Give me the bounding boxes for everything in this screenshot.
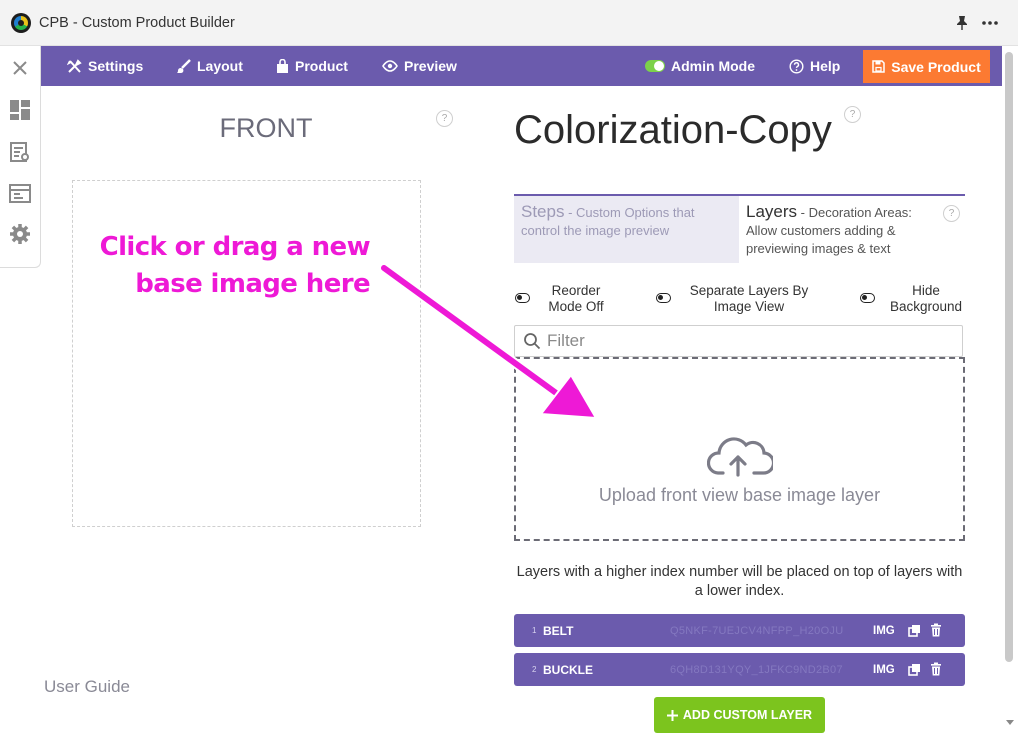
separate-layers-toggle[interactable]: Separate Layers By Image View bbox=[656, 283, 819, 315]
close-icon bbox=[13, 61, 27, 75]
web-page-icon bbox=[9, 184, 31, 203]
view-title: FRONT bbox=[219, 113, 313, 143]
save-product-button[interactable]: Save Product bbox=[863, 50, 990, 83]
dashboard-button[interactable] bbox=[8, 98, 32, 122]
nav-preview-label: Preview bbox=[404, 58, 457, 74]
nav-help[interactable]: Help bbox=[789, 46, 840, 86]
brush-icon bbox=[177, 58, 191, 73]
nav-layout-label: Layout bbox=[197, 58, 243, 74]
tab-steps[interactable]: Steps - Custom Options that control the … bbox=[514, 196, 739, 263]
admin-mode-toggle[interactable]: Admin Mode bbox=[645, 46, 755, 86]
product-title: Colorization-Copy bbox=[514, 108, 832, 152]
layer-type: IMG bbox=[873, 624, 895, 637]
layers-help-icon[interactable]: ? bbox=[943, 205, 960, 222]
tab-layers[interactable]: Layers - Decoration Areas: Allow custome… bbox=[739, 196, 965, 263]
web-page-button[interactable] bbox=[8, 182, 32, 206]
layer-id: 6QH8D131YQY_1JFKC9ND2B07 bbox=[670, 663, 843, 676]
scrollbar-thumb[interactable] bbox=[1005, 52, 1013, 662]
nav-settings[interactable]: Settings bbox=[67, 46, 143, 86]
layer-id: Q5NKF-7UEJCV4NFPP_H20OJU bbox=[670, 624, 844, 637]
add-custom-layer-label: ADD CUSTOM LAYER bbox=[682, 708, 813, 722]
hide-background-toggle[interactable]: Hide Background bbox=[860, 283, 969, 315]
annotation-line-1: Click or drag a new bbox=[99, 232, 371, 262]
window-title: CPB - Custom Product Builder bbox=[39, 15, 235, 31]
nav-product-label: Product bbox=[295, 58, 348, 74]
add-custom-layer-button[interactable]: ADD CUSTOM LAYER bbox=[654, 697, 825, 733]
app-logo-icon bbox=[11, 13, 31, 33]
title-help-icon[interactable]: ? bbox=[844, 106, 861, 123]
toggle-off-icon bbox=[860, 293, 875, 303]
cloud-upload-icon bbox=[706, 437, 773, 477]
annotation-callout: Click or drag a new base image here bbox=[96, 229, 371, 303]
layer-index: 2 bbox=[532, 665, 537, 674]
app-navbar: Settings Layout Product Preview Admin Mo… bbox=[41, 46, 1002, 86]
separate-layers-label: Separate Layers By Image View bbox=[689, 283, 809, 314]
layer-index: 1 bbox=[532, 626, 537, 635]
close-button[interactable] bbox=[8, 56, 32, 80]
nav-help-label: Help bbox=[810, 58, 841, 74]
toggle-off-icon bbox=[656, 293, 671, 303]
layer-name: BUCKLE bbox=[543, 662, 593, 677]
layer-row[interactable]: 1 BELT Q5NKF-7UEJCV4NFPP_H20OJU IMG bbox=[514, 614, 965, 647]
layer-type: IMG bbox=[873, 663, 895, 676]
copy-icon[interactable] bbox=[908, 663, 921, 676]
nav-settings-label: Settings bbox=[88, 58, 144, 74]
tab-steps-label: Steps bbox=[521, 202, 565, 221]
hide-background-label: Hide Background bbox=[889, 283, 963, 314]
save-product-label: Save Product bbox=[891, 58, 981, 75]
copy-icon[interactable] bbox=[908, 624, 921, 637]
scroll-down-arrow-icon[interactable] bbox=[1006, 720, 1014, 725]
upload-base-image-text: Upload front view base image layer bbox=[598, 485, 881, 505]
nav-preview[interactable]: Preview bbox=[382, 46, 457, 86]
shopping-bag-icon bbox=[277, 58, 288, 73]
tools-icon bbox=[67, 58, 82, 73]
pin-icon[interactable] bbox=[953, 14, 971, 32]
window-titlebar: CPB - Custom Product Builder bbox=[0, 0, 1018, 46]
gear-icon bbox=[10, 224, 30, 244]
annotation-line-2: base image here bbox=[135, 269, 370, 299]
nav-layout[interactable]: Layout bbox=[176, 46, 243, 86]
annotation-arrow-icon bbox=[379, 263, 598, 420]
admin-mode-label: Admin Mode bbox=[671, 58, 755, 74]
dashboard-icon bbox=[10, 100, 30, 120]
layers-index-note: Layers with a higher index number will b… bbox=[516, 564, 963, 599]
layer-row[interactable]: 2 BUCKLE 6QH8D131YQY_1JFKC9ND2B07 IMG bbox=[514, 653, 965, 686]
save-icon bbox=[872, 60, 885, 73]
nav-product[interactable]: Product bbox=[276, 46, 348, 86]
layer-name: BELT bbox=[543, 623, 574, 638]
tab-layers-label: Layers bbox=[746, 202, 798, 221]
settings-rail-button[interactable] bbox=[8, 222, 32, 246]
trash-icon[interactable] bbox=[930, 623, 942, 637]
list-search-button[interactable] bbox=[8, 140, 32, 164]
toggle-on-icon bbox=[645, 60, 665, 72]
steps-layers-tabs: Steps - Custom Options that control the … bbox=[514, 194, 965, 263]
help-circle-icon bbox=[789, 58, 804, 74]
view-help-icon[interactable]: ? bbox=[436, 110, 453, 127]
user-guide-link[interactable]: User Guide bbox=[44, 677, 130, 697]
app-rail bbox=[0, 46, 41, 268]
trash-icon[interactable] bbox=[930, 662, 942, 676]
plus-icon bbox=[666, 709, 678, 721]
eye-icon bbox=[382, 60, 398, 72]
list-search-icon bbox=[10, 142, 29, 162]
more-options-icon[interactable] bbox=[981, 14, 999, 32]
